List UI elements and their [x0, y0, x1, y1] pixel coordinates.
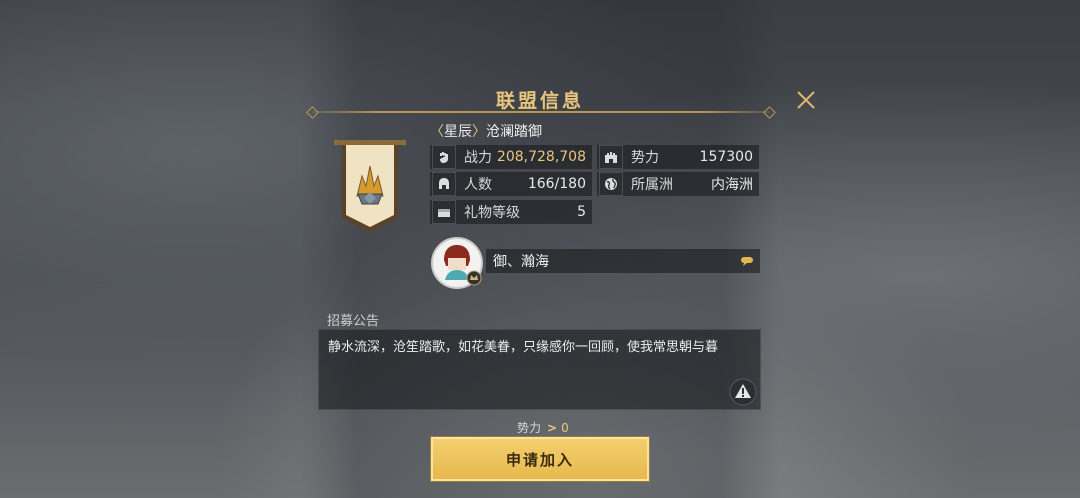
leader-name: 御、瀚海: [493, 254, 549, 270]
stat-combat-power: 战力 208,728,708: [430, 145, 592, 169]
stat-value: 166/180: [527, 176, 586, 192]
gift-box-icon: [432, 200, 456, 224]
helmet-icon: [432, 172, 456, 196]
stat-label: 所属洲: [631, 177, 673, 193]
chevron-right-icon: >: [547, 420, 558, 435]
alliance-name: 〈星辰〉沧澜踏御: [430, 121, 542, 141]
alliance-tag: 星辰: [444, 124, 472, 140]
stat-continent: 所属洲 内海洲: [597, 172, 759, 196]
leader-bar: 御、瀚海: [486, 249, 760, 273]
castle-icon: [599, 145, 623, 169]
power-requirement: 势力 > 0: [517, 419, 569, 436]
stat-label: 人数: [464, 177, 492, 193]
stat-label: 礼物等级: [464, 205, 520, 221]
title-divider: [312, 111, 770, 113]
fist-icon: [432, 145, 456, 169]
chat-bubble-icon[interactable]: [740, 256, 754, 266]
stat-gift-level: 礼物等级 5: [430, 200, 592, 224]
alliance-full-name: 沧澜踏御: [486, 124, 542, 140]
recruit-label: 招募公告: [327, 314, 380, 329]
stat-value: 208,728,708: [496, 149, 586, 165]
dialog-title: 联盟信息: [495, 90, 584, 112]
globe-icon: [599, 172, 623, 196]
tag-open: 〈: [430, 124, 444, 140]
requirement-value: 0: [561, 420, 569, 435]
stat-label: 势力: [631, 150, 659, 166]
apply-join-label: 申请加入: [505, 450, 574, 469]
alliance-banner-emblem: [334, 139, 406, 232]
recruit-announcement-text: 静水流深，沧笙踏歌，如花美眷，只缘感你一回顾，使我常思朝与暮: [328, 340, 719, 355]
stat-label: 战力: [464, 150, 492, 166]
stat-value: 内海洲: [711, 177, 753, 193]
recruit-announcement-box: 静水流深，沧笙踏歌，如花美眷，只缘感你一回顾，使我常思朝与暮: [318, 329, 761, 410]
stat-value: 5: [577, 204, 586, 220]
requirement-label: 势力: [517, 421, 542, 435]
stat-value: 157300: [699, 149, 753, 165]
report-button[interactable]: [729, 378, 757, 406]
avatar[interactable]: [430, 236, 484, 290]
stat-influence: 势力 157300: [597, 145, 759, 169]
tag-close: 〉: [472, 124, 486, 140]
stat-members: 人数 166/180: [430, 172, 592, 196]
apply-join-button[interactable]: 申请加入: [430, 436, 650, 482]
close-icon: [797, 91, 815, 109]
close-button[interactable]: [794, 88, 818, 112]
warning-icon: [729, 378, 757, 406]
